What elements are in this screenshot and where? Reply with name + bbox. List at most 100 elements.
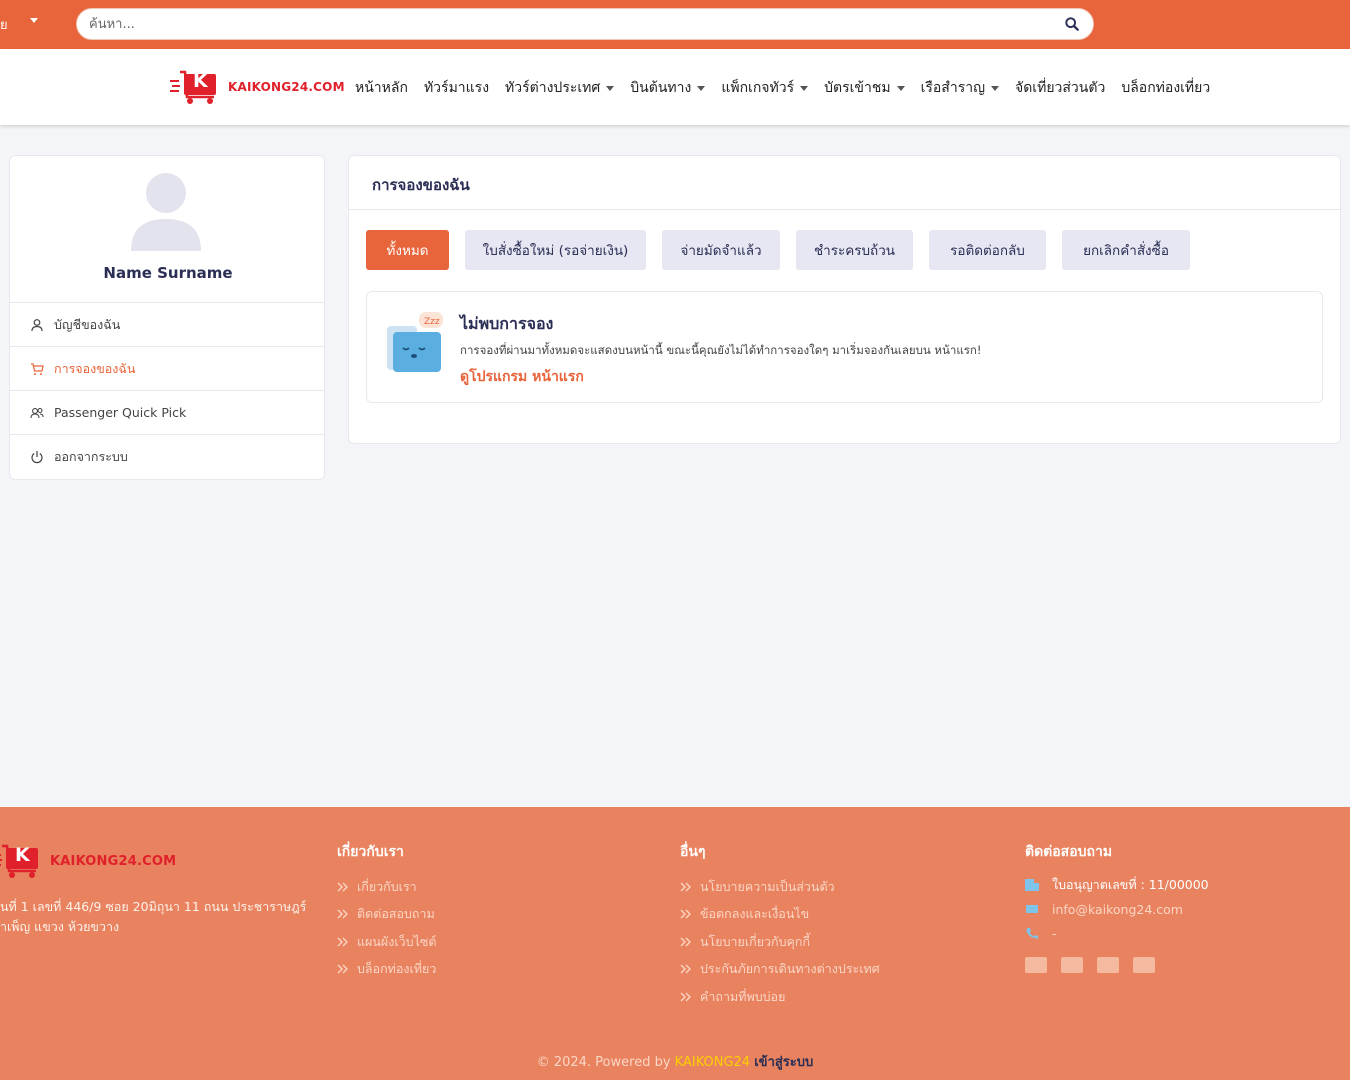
top-bar: ย <box>0 0 1350 49</box>
building-icon <box>1025 879 1039 891</box>
contact-phone[interactable]: - <box>1025 921 1209 945</box>
phone-icon <box>1026 928 1038 939</box>
caret-down-icon <box>800 85 809 91</box>
tab-all[interactable]: ทั้งหมด <box>366 230 449 270</box>
footer-link-travel-insurance[interactable]: ประกันภัยการเดินทางต่างประเทศ <box>680 956 880 984</box>
footer-link-label: นโยบายเกี่ยวกับคุกกี้ <box>700 933 811 949</box>
nav-item-label: หน้าหลัก <box>355 80 408 96</box>
nav-item[interactable]: บล็อกท่องเที่ยว <box>1121 77 1210 99</box>
tab-new-orders[interactable]: ใบสั่งซื้อใหม่ (รอจ่ายเงิน) <box>465 230 646 270</box>
double-chevron-right-icon <box>337 882 348 892</box>
account-sidebar: Name Surname บัญชีของฉัน การจองของฉัน Pa… <box>9 155 325 480</box>
footer-link-cookies[interactable]: นโยบายเกี่ยวกับคุกกี้ <box>680 928 880 956</box>
users-icon <box>30 407 44 418</box>
footer-link-label: ข้อตกลงและเงื่อนไข <box>700 906 810 922</box>
zzz-label: Zzz <box>424 317 440 327</box>
footer-logo[interactable]: K KAIKONG24.COM <box>0 843 176 879</box>
nav-item[interactable]: ทัวร์ต่างประเทศ <box>505 77 615 99</box>
sidebar-item-my-bookings[interactable]: การจองของฉัน <box>10 346 324 390</box>
empty-description: การจองที่ผ่านมาทั้งหมดจะแสดงบนหน้านี้ ขณ… <box>460 343 982 357</box>
nav-item-label: บินต้นทาง <box>630 80 692 96</box>
footer-link-label: ติดต่อสอบถาม <box>357 906 435 922</box>
footer-link-contact[interactable]: ติดต่อสอบถาม <box>337 901 436 929</box>
sleeping-folder-icon: Zzz <box>387 312 443 372</box>
license-number: ใบอนุญาตเลขที่ : 11/00000 <box>1025 873 1209 897</box>
phone-text: - <box>1052 925 1057 941</box>
double-chevron-right-icon <box>680 882 691 892</box>
nav-item[interactable]: บัตรเข้าชม <box>824 77 905 99</box>
double-chevron-right-icon <box>337 964 348 974</box>
paypal-icon <box>1133 957 1155 973</box>
divider <box>349 209 1342 210</box>
nav-menu: หน้าหลัก ทัวร์มาแรง ทัวร์ต่างประเทศ บินต้นท… <box>355 77 1226 99</box>
caret-down-icon <box>30 18 38 23</box>
footer-contact-column: ติดต่อสอบถาม ใบอนุญาตเลขที่ : 11/00000 i… <box>1025 841 1209 973</box>
sidebar-item-label: ออกจากระบบ <box>54 448 128 464</box>
double-chevron-right-icon <box>337 909 348 919</box>
nav-item[interactable]: แพ็กเกจทัวร์ <box>721 77 809 99</box>
user-icon <box>31 318 43 331</box>
search-icon[interactable] <box>1065 17 1079 31</box>
contact-email[interactable]: info@kaikong24.com <box>1025 897 1209 921</box>
page-title: การจองของฉัน <box>372 176 470 194</box>
brand-name: KAIKONG24.COM <box>228 80 345 94</box>
nav-item-label: แพ็กเกจทัวร์ <box>721 80 795 96</box>
tab-fully-paid[interactable]: ชำระครบถ้วน <box>796 230 913 270</box>
caret-down-icon <box>697 85 706 91</box>
footer-heading: เกี่ยวกับเรา <box>337 844 404 860</box>
site-logo[interactable]: K KAIKONG24.COM <box>170 69 345 105</box>
sidebar-item-passenger-quick-pick[interactable]: Passenger Quick Pick <box>10 390 324 434</box>
sidebar-item-my-account[interactable]: บัญชีของฉัน <box>10 302 324 346</box>
footer-link-about[interactable]: เกี่ยวกับเรา <box>337 873 436 901</box>
copyright: © 2024. Powered by KAIKONG24 เข้าสู่ระบบ <box>0 1051 1350 1072</box>
nav-item[interactable]: หน้าหลัก <box>355 77 408 99</box>
footer-about-column: เกี่ยวกับเรา เกี่ยวกับเรา ติดต่อสอบถาม แ… <box>337 841 436 983</box>
nav-item[interactable]: เรือสำราญ <box>921 77 1000 99</box>
nav-item[interactable]: จัดเที่ยวส่วนตัว <box>1015 77 1105 99</box>
login-link[interactable]: เข้าสู่ระบบ <box>754 1055 813 1070</box>
nav-item[interactable]: ทัวร์มาแรง <box>424 77 489 99</box>
footer-heading: ติดต่อสอบถาม <box>1025 844 1113 860</box>
avatar <box>131 173 201 251</box>
nav-item-label: จัดเที่ยวส่วนตัว <box>1015 80 1106 96</box>
footer-link-privacy[interactable]: นโยบายความเป็นส่วนตัว <box>680 873 880 901</box>
address-line: นที่ 1 เลขที่ 446/9 ซอย 20มิถุนา 11 ถนน … <box>0 899 307 914</box>
double-chevron-right-icon <box>680 909 691 919</box>
empty-title: ไม่พบการจอง <box>460 314 554 333</box>
tab-awaiting-contact[interactable]: รอติดต่อกลับ <box>929 230 1046 270</box>
logo-letter: K <box>193 70 208 92</box>
view-programs-link[interactable]: ดูโปรแกรม หน้าแรก <box>460 366 584 388</box>
footer-link-sitemap[interactable]: แผนผังเว็บไซต์ <box>337 928 436 956</box>
footer-link-blog[interactable]: บล็อกท่องเที่ยว <box>337 956 436 984</box>
footer-link-label: แผนผังเว็บไซต์ <box>357 933 437 949</box>
double-chevron-right-icon <box>680 992 691 1002</box>
language-selector[interactable]: ย <box>0 14 38 35</box>
tab-cancelled[interactable]: ยกเลิกคำสั่งซื้อ <box>1062 230 1190 270</box>
company-address: นที่ 1 เลขที่ 446/9 ซอย 20มิถุนา 11 ถนน … <box>0 897 306 937</box>
double-chevron-right-icon <box>680 937 691 947</box>
footer-link-label: เกี่ยวกับเรา <box>357 878 417 894</box>
brand-name: KAIKONG24.COM <box>50 853 177 869</box>
sidebar-item-logout[interactable]: ออกจากระบบ <box>10 434 324 478</box>
footer-link-terms[interactable]: ข้อตกลงและเงื่อนไข <box>680 901 880 929</box>
copyright-prefix: © 2024. Powered by <box>536 1055 671 1070</box>
license-text: ใบอนุญาตเลขที่ : 11/00000 <box>1052 877 1209 892</box>
cart-icon <box>31 362 44 375</box>
tab-deposit-paid[interactable]: จ่ายมัดจำแล้ว <box>662 230 780 270</box>
nav-item[interactable]: บินต้นทาง <box>630 77 706 99</box>
sidebar-item-label: บัญชีของฉัน <box>54 316 121 332</box>
footer-link-label: คำถามที่พบบ่อย <box>700 988 786 1004</box>
double-chevron-right-icon <box>680 964 691 974</box>
footer-link-faq[interactable]: คำถามที่พบบ่อย <box>680 983 880 1011</box>
nav-item-label: บล็อกท่องเที่ยว <box>1121 80 1211 96</box>
mastercard-icon <box>1097 957 1119 973</box>
user-name: Name Surname <box>103 264 233 282</box>
address-line: าเพ็ญ แขวง ห้วยขวาง <box>0 919 120 934</box>
nav-item-label: ทัวร์มาแรง <box>423 80 490 96</box>
footer-link-label: นโยบายความเป็นส่วนตัว <box>700 878 835 894</box>
footer-others-column: อื่นๆ นโยบายความเป็นส่วนตัว ข้อตกลงและเง… <box>680 841 880 1011</box>
search-box <box>76 8 1094 40</box>
copyright-brand[interactable]: KAIKONG24 <box>675 1055 750 1070</box>
search-input[interactable] <box>89 9 1049 39</box>
logo-letter: K <box>15 844 30 866</box>
